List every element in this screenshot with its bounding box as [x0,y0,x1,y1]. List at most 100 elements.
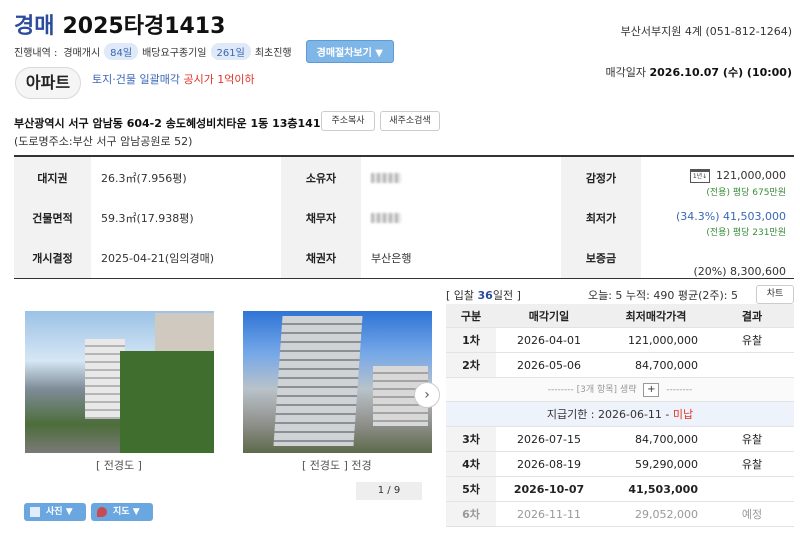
result: 유찰 [741,334,763,347]
new-address-search-button[interactable]: 새주소검색 [380,111,440,131]
col-result: 결과 [741,309,763,323]
land-label: 대지권 [14,157,91,198]
debtor-value-blurred [361,198,561,238]
start-decision-value: 2025-04-21(임의경매) [101,252,214,265]
table-row: 1차 2026-04-01 121,000,000 유찰 [446,328,794,353]
table-row: 6차 2026-11-11 29,052,000 예정 [446,502,794,527]
next-photo-button[interactable]: › [414,382,440,408]
owner-value-blurred [361,157,561,198]
table-row: 5차 2026-10-07 41,503,000 [446,477,794,502]
col-round: 구분 [460,310,482,323]
road-address: (도로명주소:부산 서구 암남공원로 52) [14,135,193,148]
progress-request: 배당요구종기일 [142,48,207,59]
sale-date-label: 매각일자 [605,66,646,79]
property-photo-2[interactable] [243,311,432,453]
info-row: 대지권 26.3㎡(7.956평) 소유자 감정가 1년↓ 121,000,000… [14,157,794,198]
round: 1차 [446,328,496,352]
price: 41,503,000 [628,482,698,496]
days-request-badge: 261일 [210,43,251,60]
sale-date-value: 2026.10.07 (수) (10:00) [649,66,793,79]
date: 2026-04-01 [517,333,581,347]
progress-start: 경매개시 [63,48,101,59]
info-row: 건물면적 59.3㎡(17.938평) 채무자 최저가 (34.3%) 41,5… [14,198,794,238]
omit-label: -------- [3개 항목] 생략 [547,385,637,395]
progress-label: 진행내역 : [14,48,58,59]
days-until-value: 36 [477,289,493,302]
photo-caption-1: [ 전경도 ] [96,459,142,472]
photo-menu-label: 사진 ▼ [46,507,73,517]
auction-history-table: 구분 매각기일 최저매각가격 결과 1차 2026-04-01 121,000,… [446,304,794,527]
property-address: 부산광역시 서구 암남동 604-2 송도혜성비치타운 1동 13층1410호 [14,117,339,130]
photo-icon [30,507,40,517]
col-date: 매각기일 [528,309,570,323]
omitted-rows: -------- [3개 항목] 생략 + -------- [446,378,794,402]
map-menu-button[interactable]: 지도 ▼ [91,503,153,521]
price: 121,000,000 [628,333,698,347]
property-type-badge: 아파트 [15,67,81,99]
days-until-label-end: 일전 ] [492,289,521,302]
page-title: 경매 2025타경1413 [14,8,225,40]
history-header: 구분 매각기일 최저매각가격 결과 [446,304,794,328]
copy-address-button[interactable]: 주소복사 [321,111,375,131]
appraisal-value: 121,000,000 [716,169,786,182]
round: 5차 [446,477,496,501]
chart-button[interactable]: 차트 [756,285,794,304]
expand-rows-button[interactable]: + [643,383,660,397]
date: 2026-11-11 [517,507,581,521]
date: 2026-05-06 [517,358,581,372]
days-until-label-start: [ 입찰 [446,289,475,302]
min-price-cell: (34.3%) 41,503,000 (전용) 평당 231만원 [641,198,794,238]
deposit-label: 보증금 [561,238,641,278]
payment-deadline: 지급기한 : 2026-06-11 - 미납 [446,402,794,427]
min-price-per-pyeong: (전용) 평당 231만원 [706,228,786,238]
property-photo-1[interactable] [25,311,214,453]
building-area-value: 59.3㎡(17.938평) [101,212,194,225]
land-value: 26.3㎡(7.956평) [101,171,187,185]
table-row: 2차 2026-05-06 84,700,000 [446,353,794,378]
deadline-label: 지급기한 : 2026-06-11 - [546,408,670,421]
photo-counter: 1 / 9 [356,482,422,500]
appraisal-value-cell: 1년↓ 121,000,000 (전용) 평당 675만원 [641,157,794,198]
info-row: 개시결정 2025-04-21(임의경매) 채권자 부산은행 보증금 (20%)… [14,238,794,278]
photo-menu-button[interactable]: 사진 ▼ [24,503,86,521]
auction-kind: 경매 [14,14,55,39]
result: 유찰 [741,433,763,446]
price: 59,290,000 [635,457,698,471]
price: 29,052,000 [635,507,698,521]
photo-caption-2: [ 전경도 ] 전경 [302,459,372,472]
notice-label: 공시가 1억이하 [183,73,255,86]
map-menu-label: 지도 ▼ [113,507,140,517]
min-price-label: 최저가 [561,198,641,238]
min-price-value: (34.3%) 41,503,000 [675,210,786,223]
debtor-label: 채무자 [281,198,361,238]
creditor-label: 채권자 [281,238,361,278]
date: 2026-08-19 [517,457,581,471]
auction-procedure-button[interactable]: 경매절차보기 ▼ [305,40,394,63]
omit-dashes: -------- [666,385,693,395]
price: 84,700,000 [635,432,698,446]
appraisal-label: 감정가 [561,157,641,198]
calendar-icon: 1년↓ [690,169,711,183]
bulk-sale-note: 토지·건물 일괄매각 공시가 1억이하 [92,71,255,87]
appraisal-per-pyeong: (전용) 평당 675만원 [706,188,786,198]
deadline-status: 미납 [672,408,694,421]
creditor-value: 부산은행 [371,252,412,265]
view-counts: 오늘: 5 누적: 490 평균(2주): 5 [587,289,738,302]
result: 유찰 [741,458,763,471]
price: 84,700,000 [635,358,698,372]
days-until-bid: [ 입찰 36일전 ] [446,287,521,303]
col-price: 최저매각가격 [625,309,687,323]
date: 2026-07-15 [517,432,581,446]
result: 예정 [741,508,763,521]
case-number: 2025타경1413 [62,14,226,39]
owner-label: 소유자 [281,157,361,198]
property-info-table: 대지권 26.3㎡(7.956평) 소유자 감정가 1년↓ 121,000,000… [14,155,794,279]
bulk-sale-label: 토지·건물 일괄매각 [92,73,180,86]
round: 4차 [446,452,496,476]
round: 2차 [446,353,496,377]
days-since-start-badge: 84일 [104,43,139,60]
start-decision-label: 개시결정 [14,238,91,278]
table-row: 3차 2026-07-15 84,700,000 유찰 [446,427,794,452]
sale-date: 매각일자 2026.10.07 (수) (10:00) [606,64,792,80]
date: 2026-10-07 [513,482,585,496]
